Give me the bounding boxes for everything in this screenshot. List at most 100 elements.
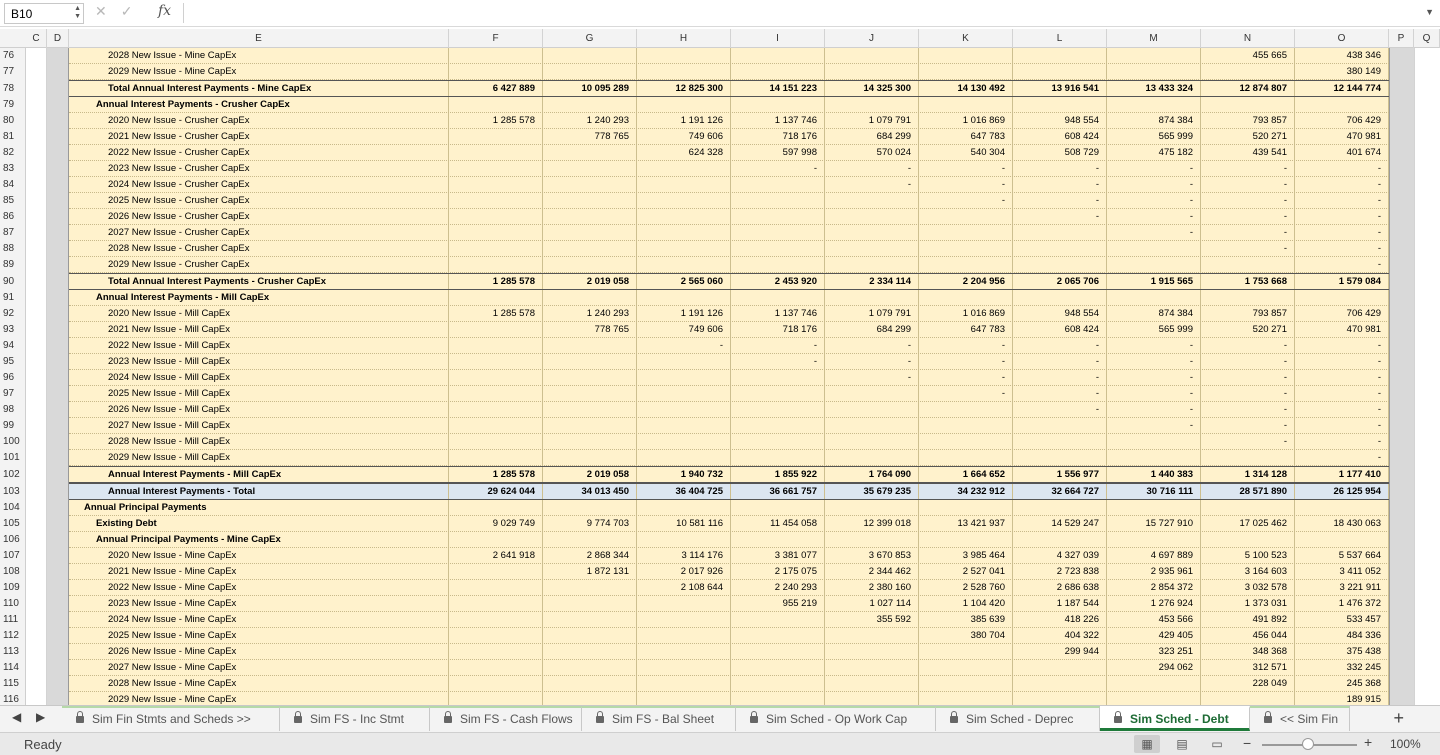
value-cell[interactable] <box>825 676 919 691</box>
value-cell[interactable]: - <box>919 354 1013 369</box>
row-label-cell[interactable]: 2029 New Issue - Crusher CapEx <box>69 257 449 272</box>
value-cell[interactable]: - <box>1201 241 1295 256</box>
value-cell[interactable]: 3 032 578 <box>1201 580 1295 595</box>
value-cell[interactable] <box>1107 241 1201 256</box>
value-cell[interactable]: 4 697 889 <box>1107 548 1201 563</box>
row-number[interactable]: 82 <box>0 145 25 161</box>
row-label-cell[interactable]: Existing Debt <box>69 516 449 531</box>
value-cell[interactable] <box>1201 290 1295 305</box>
value-cell[interactable] <box>449 354 543 369</box>
value-cell[interactable]: 2 065 706 <box>1013 274 1107 289</box>
value-cell[interactable] <box>449 644 543 659</box>
value-cell[interactable] <box>543 225 637 240</box>
row-label-cell[interactable]: 2027 New Issue - Mill CapEx <box>69 418 449 433</box>
value-cell[interactable] <box>1201 500 1295 515</box>
value-cell[interactable]: - <box>1201 370 1295 385</box>
row-label-cell[interactable]: 2021 New Issue - Mine CapEx <box>69 564 449 579</box>
value-cell[interactable] <box>825 532 919 547</box>
value-cell[interactable]: 34 013 450 <box>543 484 637 499</box>
value-cell[interactable]: 1 027 114 <box>825 596 919 611</box>
value-cell[interactable]: - <box>1201 386 1295 401</box>
value-cell[interactable]: 565 999 <box>1107 129 1201 144</box>
value-cell[interactable]: 2 108 644 <box>637 580 731 595</box>
page-break-preview-icon[interactable]: ▭ <box>1204 735 1230 753</box>
value-cell[interactable] <box>919 660 1013 675</box>
value-cell[interactable] <box>637 386 731 401</box>
value-cell[interactable] <box>543 177 637 192</box>
value-cell[interactable]: - <box>1295 370 1389 385</box>
value-cell[interactable]: - <box>1107 386 1201 401</box>
value-cell[interactable]: 1 079 791 <box>825 113 919 128</box>
value-cell[interactable] <box>543 290 637 305</box>
value-cell[interactable]: 456 044 <box>1201 628 1295 643</box>
value-cell[interactable] <box>1107 64 1201 79</box>
value-cell[interactable] <box>449 241 543 256</box>
value-cell[interactable]: - <box>1107 225 1201 240</box>
value-cell[interactable] <box>449 660 543 675</box>
value-cell[interactable]: 2 019 058 <box>543 467 637 482</box>
value-cell[interactable]: 1 556 977 <box>1013 467 1107 482</box>
value-cell[interactable]: 453 566 <box>1107 612 1201 627</box>
value-cell[interactable]: - <box>1201 434 1295 449</box>
value-cell[interactable] <box>825 644 919 659</box>
row-label-cell[interactable]: Total Annual Interest Payments - Crusher… <box>69 274 449 289</box>
value-cell[interactable] <box>731 97 825 112</box>
value-cell[interactable] <box>1107 692 1201 705</box>
value-cell[interactable]: 10 095 289 <box>543 81 637 96</box>
value-cell[interactable]: 3 670 853 <box>825 548 919 563</box>
value-cell[interactable] <box>543 660 637 675</box>
value-cell[interactable]: 29 624 044 <box>449 484 543 499</box>
value-cell[interactable] <box>1013 97 1107 112</box>
row-number[interactable]: 114 <box>0 660 25 676</box>
row-label-cell[interactable]: 2027 New Issue - Mine CapEx <box>69 660 449 675</box>
value-cell[interactable] <box>919 676 1013 691</box>
value-cell[interactable] <box>637 354 731 369</box>
row-number[interactable]: 76 <box>0 48 25 64</box>
value-cell[interactable]: - <box>825 161 919 176</box>
value-cell[interactable] <box>919 225 1013 240</box>
row-number[interactable]: 88 <box>0 241 25 257</box>
value-cell[interactable] <box>449 532 543 547</box>
value-cell[interactable] <box>637 676 731 691</box>
value-cell[interactable] <box>449 177 543 192</box>
value-cell[interactable]: 955 219 <box>731 596 825 611</box>
value-cell[interactable]: 189 915 <box>1295 692 1389 705</box>
value-cell[interactable] <box>1013 676 1107 691</box>
value-cell[interactable]: 608 424 <box>1013 129 1107 144</box>
value-cell[interactable]: - <box>919 386 1013 401</box>
row-number[interactable]: 96 <box>0 370 25 386</box>
row-number[interactable]: 115 <box>0 676 25 692</box>
value-cell[interactable] <box>449 370 543 385</box>
normal-view-icon[interactable]: ▦ <box>1134 735 1160 753</box>
value-cell[interactable] <box>543 580 637 595</box>
value-cell[interactable] <box>637 434 731 449</box>
row-number[interactable]: 111 <box>0 612 25 628</box>
value-cell[interactable]: - <box>1013 338 1107 353</box>
value-cell[interactable] <box>731 209 825 224</box>
row-label-cell[interactable]: 2027 New Issue - Crusher CapEx <box>69 225 449 240</box>
value-cell[interactable] <box>919 402 1013 417</box>
column-q[interactable] <box>1414 48 1440 705</box>
value-cell[interactable] <box>731 402 825 417</box>
value-cell[interactable] <box>637 660 731 675</box>
value-cell[interactable]: 14 130 492 <box>919 81 1013 96</box>
value-cell[interactable]: 323 251 <box>1107 644 1201 659</box>
sheet-tab[interactable]: Sim Sched - Debt <box>1100 706 1250 731</box>
value-cell[interactable]: - <box>1013 354 1107 369</box>
value-cell[interactable] <box>825 290 919 305</box>
value-cell[interactable]: 1 940 732 <box>637 467 731 482</box>
row-label-cell[interactable]: 2028 New Issue - Crusher CapEx <box>69 241 449 256</box>
value-cell[interactable] <box>731 370 825 385</box>
row-number[interactable]: 105 <box>0 516 25 532</box>
value-cell[interactable]: 245 368 <box>1295 676 1389 691</box>
value-cell[interactable]: 597 998 <box>731 145 825 160</box>
name-box[interactable]: B10 ▲ ▼ <box>4 3 84 24</box>
value-cell[interactable]: 2 175 075 <box>731 564 825 579</box>
column-header[interactable]: M <box>1107 29 1201 48</box>
value-cell[interactable] <box>637 644 731 659</box>
row-number[interactable]: 78 <box>0 80 25 97</box>
value-cell[interactable]: - <box>825 370 919 385</box>
value-cell[interactable] <box>449 129 543 144</box>
value-cell[interactable]: 2 453 920 <box>731 274 825 289</box>
value-cell[interactable]: - <box>825 338 919 353</box>
